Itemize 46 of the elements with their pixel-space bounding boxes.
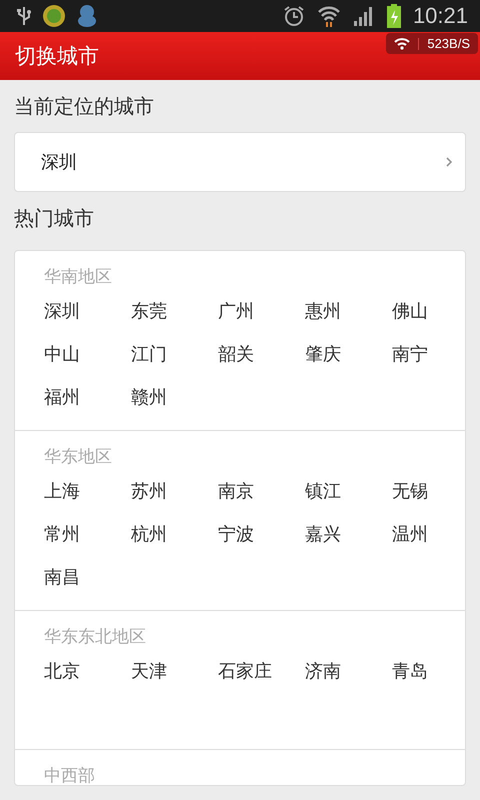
city-link[interactable]: 惠州 [305,289,392,332]
city-link[interactable]: 天津 [131,649,218,692]
net-speed: 523B/S [427,36,470,51]
region-heading: 华东地区 [44,446,113,468]
chevron-icon [446,157,453,167]
city-link[interactable]: 中山 [44,332,131,375]
wifi-icon [394,38,410,50]
city-link[interactable]: 宁波 [218,512,305,555]
section-heading: 热门城市 [14,204,95,232]
city-link[interactable]: 赣州 [131,375,218,418]
city-link[interactable]: 北京 [44,649,131,692]
city-link[interactable]: 济南 [305,649,392,692]
battery-icon [386,4,401,28]
city-link[interactable]: 韶关 [218,332,305,375]
city-link[interactable]: 无锡 [392,469,465,512]
city-link[interactable]: 温州 [392,512,465,555]
city-link[interactable]: 青岛 [392,649,465,692]
city-link[interactable]: 南昌 [44,555,131,598]
city-link[interactable]: 嘉兴 [305,512,392,555]
app-icon [42,4,66,28]
city-link[interactable]: 广州 [218,289,305,332]
page-title: 切换城市 [15,43,99,70]
signal-icon [352,5,375,27]
city-link[interactable]: 杭州 [131,512,218,555]
wifi-icon [316,5,341,27]
city-link[interactable]: 肇庆 [305,332,392,375]
city-link[interactable]: 常州 [44,512,131,555]
current-city-row[interactable]: 深圳 [14,132,466,192]
region-heading: 华东东北地区 [44,626,147,648]
city-link[interactable]: 东莞 [131,289,218,332]
region-heading: 华南地区 [44,266,113,288]
city-link[interactable]: 南京 [218,469,305,512]
alarm-icon [282,5,305,27]
section-heading: 当前定位的城市 [14,92,155,120]
city-link[interactable]: 镇江 [305,469,392,512]
city-link[interactable]: 福州 [44,375,131,418]
city-link[interactable]: 南宁 [392,332,465,375]
city-link[interactable]: 上海 [44,469,131,512]
city-link[interactable]: 江门 [131,332,218,375]
city-link[interactable]: 佛山 [392,289,465,332]
city-link[interactable]: 苏州 [131,469,218,512]
usb-icon [16,5,32,27]
clock: 10:21 [412,3,468,29]
region-heading: 中西部 [44,764,96,785]
city-link[interactable]: 石家庄 [218,649,305,692]
city-link[interactable]: 深圳 [44,289,131,332]
